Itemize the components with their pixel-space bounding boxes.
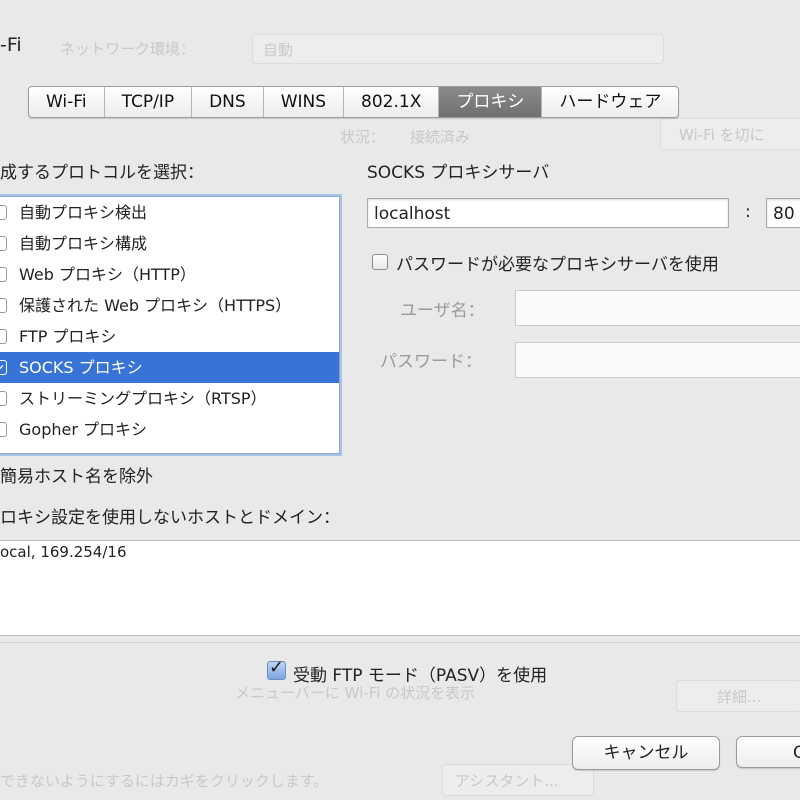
protocol-checkbox[interactable] xyxy=(0,329,7,344)
protocol-checkbox[interactable] xyxy=(0,267,7,282)
ok-button[interactable]: O xyxy=(736,736,800,768)
pasv-label[interactable]: 受動 FTP モード（PASV）を使用 xyxy=(293,661,547,686)
tab-wifi[interactable]: Wi-Fi xyxy=(29,87,105,117)
password-label: パスワード： xyxy=(380,352,482,372)
protocol-checkbox[interactable] xyxy=(0,422,7,437)
protocol-checkbox-checked[interactable] xyxy=(0,355,7,386)
username-field[interactable] xyxy=(515,290,800,326)
protocol-item-https[interactable]: 保護された Web プロキシ（HTTPS） xyxy=(0,290,339,321)
tab-proxies[interactable]: プロキシ xyxy=(439,87,543,117)
protocol-item-http[interactable]: Web プロキシ（HTTP） xyxy=(0,259,339,290)
protocol-item-socks[interactable]: SOCKS プロキシ xyxy=(0,352,339,386)
protocol-item-rtsp[interactable]: ストリーミングプロキシ（RTSP） xyxy=(0,383,339,414)
require-password-checkbox[interactable] xyxy=(372,254,388,270)
username-label: ユーザ名： xyxy=(400,301,485,321)
exclude-simple-hostnames-checkbox[interactable]: 簡易ホスト名を除外 xyxy=(0,462,153,487)
password-field[interactable] xyxy=(515,342,800,378)
protocol-list: 自動プロキシ検出 自動プロキシ構成 Web プロキシ（HTTP） 保護された W… xyxy=(0,196,340,454)
protocol-item-ftp[interactable]: FTP プロキシ xyxy=(0,321,339,352)
protocol-checkbox[interactable] xyxy=(0,298,7,313)
proxy-port-input[interactable]: 80 xyxy=(766,198,800,228)
proxy-settings-sheet: -Fi Wi-Fi TCP/IP DNS WINS 802.1X プロキシ ハー… xyxy=(0,0,800,800)
cancel-button[interactable]: キャンセル xyxy=(572,736,720,770)
protocol-checkbox[interactable] xyxy=(0,205,7,220)
proxy-server-input[interactable]: localhost xyxy=(367,198,729,228)
tab-tcpip[interactable]: TCP/IP xyxy=(105,87,193,117)
require-password-label[interactable]: パスワードが必要なプロキシサーバを使用 xyxy=(396,250,719,275)
tab-wins[interactable]: WINS xyxy=(264,87,345,117)
pasv-checkbox[interactable] xyxy=(267,657,286,680)
protocol-checkbox[interactable] xyxy=(0,236,7,251)
tab-dns[interactable]: DNS xyxy=(192,87,264,117)
window-title: -Fi xyxy=(0,34,22,56)
protocol-item-auto-config[interactable]: 自動プロキシ構成 xyxy=(0,228,339,259)
protocol-checkbox[interactable] xyxy=(0,391,7,406)
tab-bar: Wi-Fi TCP/IP DNS WINS 802.1X プロキシ ハードウェア xyxy=(28,86,680,118)
protocol-item-auto-detect[interactable]: 自動プロキシ検出 xyxy=(0,197,339,228)
tab-hardware[interactable]: ハードウェア xyxy=(542,87,678,117)
socks-server-title: SOCKS プロキシサーバ xyxy=(367,163,550,183)
port-separator: : xyxy=(745,202,751,222)
tab-8021x[interactable]: 802.1X xyxy=(344,87,440,117)
protocol-item-gopher[interactable]: Gopher プロキシ xyxy=(0,414,339,445)
bypass-hosts-value: ocal, 169.254/16 xyxy=(0,543,127,561)
bypass-hosts-label: ロキシ設定を使用しないホストとドメイン： xyxy=(0,508,340,528)
divider xyxy=(0,642,800,643)
protocol-list-label: 成するプロトコルを選択： xyxy=(0,163,204,183)
